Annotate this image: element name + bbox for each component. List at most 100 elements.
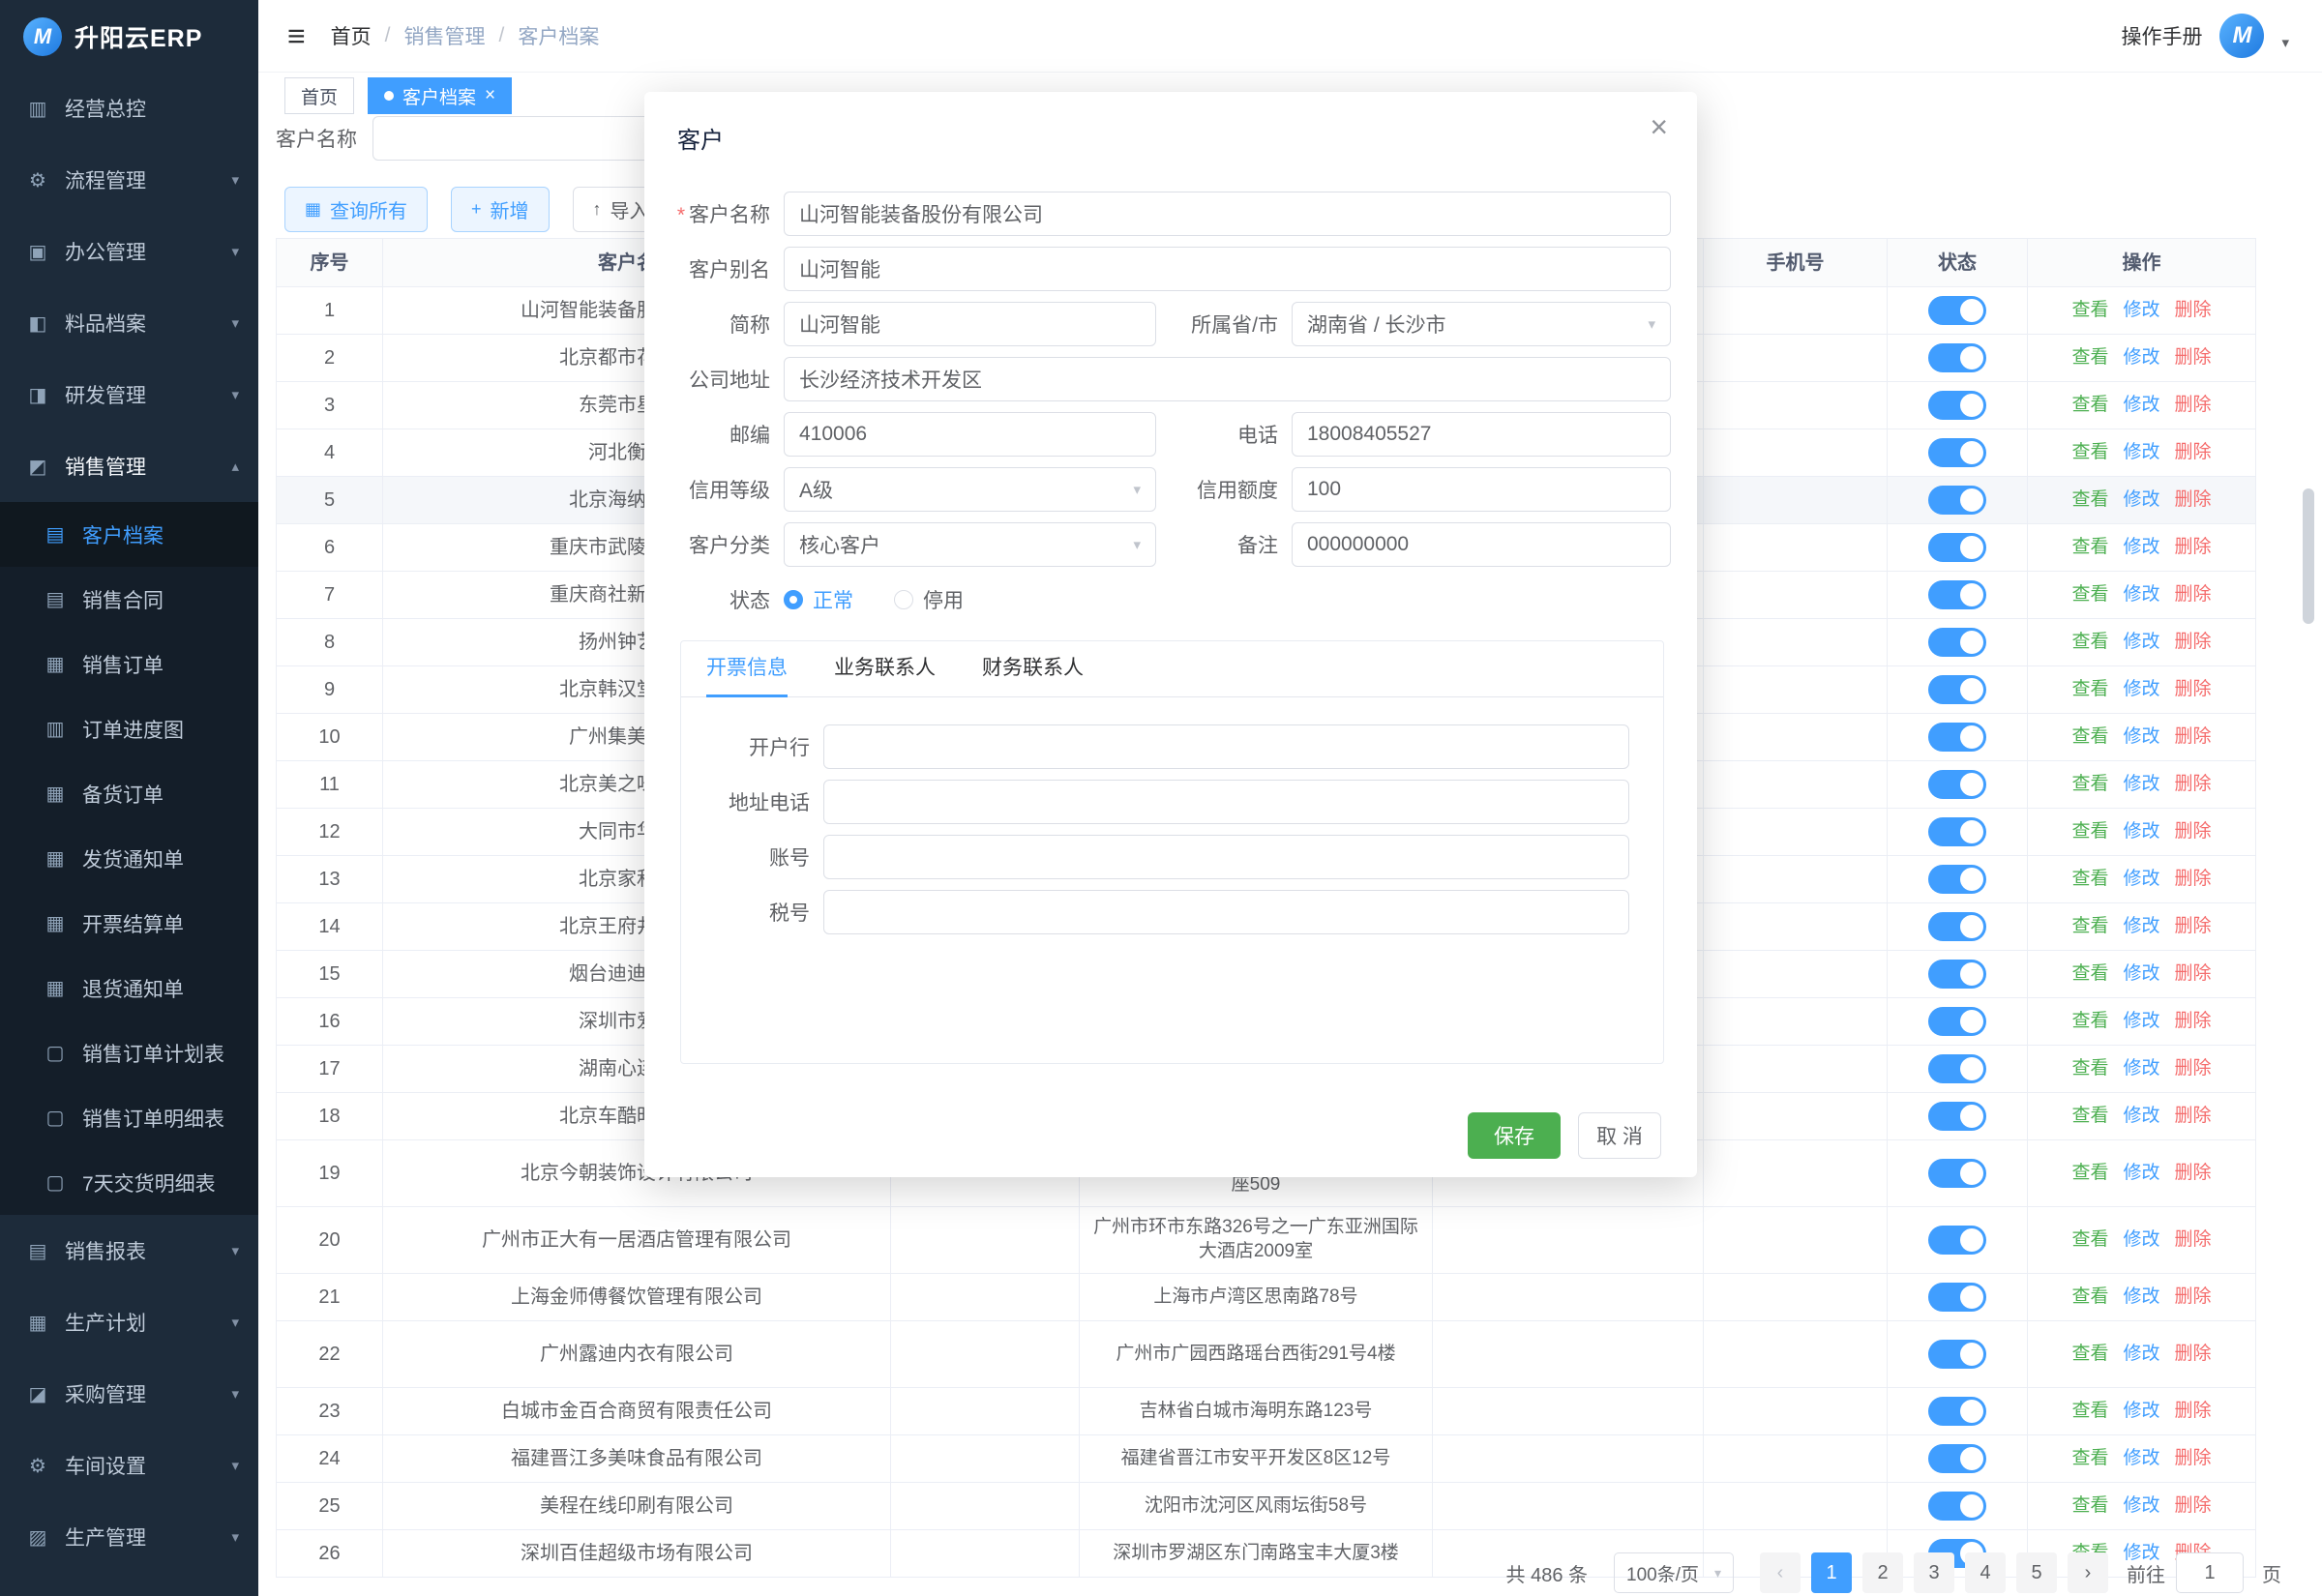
view-link[interactable]: 查看: [2071, 678, 2108, 702]
sidebar-item-order-detail-table[interactable]: ▢销售订单明细表: [0, 1085, 258, 1150]
dialog-tab-invoice-info[interactable]: 开票信息: [706, 652, 788, 696]
edit-link[interactable]: 修改: [2123, 1105, 2159, 1129]
status-toggle[interactable]: [1928, 1102, 1986, 1131]
page-button-3[interactable]: 3: [1914, 1552, 1954, 1593]
sidebar-item-production-plan[interactable]: ▦生产计划▾: [0, 1286, 258, 1358]
delete-link[interactable]: 删除: [2175, 773, 2212, 797]
view-link[interactable]: 查看: [2071, 915, 2108, 939]
sidebar-item-sales-report[interactable]: ▤销售报表▾: [0, 1215, 258, 1286]
edit-link[interactable]: 修改: [2123, 725, 2159, 750]
status-toggle[interactable]: [1928, 296, 1986, 325]
short-name-input[interactable]: [784, 302, 1156, 346]
view-link[interactable]: 查看: [2071, 725, 2108, 750]
add-button[interactable]: +新增: [451, 187, 550, 232]
breadcrumb-item[interactable]: 首页: [331, 21, 372, 50]
company-address-input[interactable]: [784, 357, 1671, 401]
page-button-4[interactable]: 4: [1965, 1552, 2006, 1593]
customer-name-input[interactable]: [784, 192, 1671, 236]
delete-link[interactable]: 删除: [2175, 725, 2212, 750]
avatar[interactable]: M: [2219, 14, 2264, 58]
delete-link[interactable]: 删除: [2175, 536, 2212, 560]
goto-page-input[interactable]: [2176, 1552, 2244, 1593]
edit-link[interactable]: 修改: [2123, 1400, 2159, 1424]
view-link[interactable]: 查看: [2071, 299, 2108, 323]
cancel-button[interactable]: 取 消: [1578, 1112, 1661, 1159]
close-tab-icon[interactable]: ×: [485, 85, 495, 106]
sidebar-item-rnd-mgmt[interactable]: ◨研发管理▾: [0, 359, 258, 430]
help-manual-link[interactable]: 操作手册: [2121, 21, 2202, 50]
delete-link[interactable]: 删除: [2175, 583, 2212, 607]
close-icon[interactable]: ×: [1650, 111, 1668, 142]
edit-link[interactable]: 修改: [2123, 346, 2159, 370]
sidebar-item-invoice-settlement[interactable]: ▦开票结算单: [0, 891, 258, 956]
sidebar-item-office-mgmt[interactable]: ▣办公管理▾: [0, 216, 258, 287]
status-toggle[interactable]: [1928, 1444, 1986, 1473]
delete-link[interactable]: 删除: [2175, 678, 2212, 702]
province-select[interactable]: 湖南省 / 长沙市 ▾: [1292, 302, 1671, 346]
status-toggle[interactable]: [1928, 486, 1986, 515]
remark-input[interactable]: [1292, 522, 1671, 567]
breadcrumb-item[interactable]: 销售管理: [404, 21, 486, 50]
status-toggle[interactable]: [1928, 628, 1986, 657]
view-link[interactable]: 查看: [2071, 488, 2108, 513]
view-link[interactable]: 查看: [2071, 1494, 2108, 1519]
sidebar-item-process-mgmt[interactable]: ⚙流程管理▾: [0, 144, 258, 216]
edit-link[interactable]: 修改: [2123, 299, 2159, 323]
page-button-2[interactable]: 2: [1862, 1552, 1903, 1593]
sidebar-item-stock-order[interactable]: ▦备货订单: [0, 761, 258, 826]
edit-link[interactable]: 修改: [2123, 394, 2159, 418]
view-link[interactable]: 查看: [2071, 1162, 2108, 1186]
delete-link[interactable]: 删除: [2175, 1400, 2212, 1424]
delete-link[interactable]: 删除: [2175, 1010, 2212, 1034]
delete-link[interactable]: 删除: [2175, 1228, 2212, 1253]
sidebar-item-seven-day-delivery[interactable]: ▢7天交货明细表: [0, 1150, 258, 1215]
view-link[interactable]: 查看: [2071, 820, 2108, 844]
tab-home[interactable]: 首页: [284, 77, 354, 114]
delete-link[interactable]: 删除: [2175, 1343, 2212, 1367]
status-toggle[interactable]: [1928, 1226, 1986, 1255]
edit-link[interactable]: 修改: [2123, 1010, 2159, 1034]
menu-toggle-icon[interactable]: ≡: [287, 20, 306, 51]
edit-link[interactable]: 修改: [2123, 441, 2159, 465]
view-link[interactable]: 查看: [2071, 1057, 2108, 1081]
view-link[interactable]: 查看: [2071, 394, 2108, 418]
delete-link[interactable]: 删除: [2175, 820, 2212, 844]
page-button-1[interactable]: 1: [1811, 1552, 1852, 1593]
status-toggle[interactable]: [1928, 343, 1986, 372]
status-toggle[interactable]: [1928, 1340, 1986, 1369]
delete-link[interactable]: 删除: [2175, 488, 2212, 513]
delete-link[interactable]: 删除: [2175, 346, 2212, 370]
sidebar-item-return-note[interactable]: ▦退货通知单: [0, 956, 258, 1020]
phone-input[interactable]: [1292, 412, 1671, 457]
status-toggle[interactable]: [1928, 1492, 1986, 1521]
edit-link[interactable]: 修改: [2123, 773, 2159, 797]
view-link[interactable]: 查看: [2071, 536, 2108, 560]
status-toggle[interactable]: [1928, 770, 1986, 799]
status-toggle[interactable]: [1928, 723, 1986, 752]
status-toggle[interactable]: [1928, 912, 1986, 941]
sidebar-item-sales-order[interactable]: ▦销售订单: [0, 632, 258, 696]
dialog-tab-business-contact[interactable]: 业务联系人: [834, 652, 936, 696]
delete-link[interactable]: 删除: [2175, 962, 2212, 987]
view-link[interactable]: 查看: [2071, 773, 2108, 797]
status-toggle[interactable]: [1928, 1054, 1986, 1083]
status-toggle[interactable]: [1928, 865, 1986, 894]
delete-link[interactable]: 删除: [2175, 631, 2212, 655]
edit-link[interactable]: 修改: [2123, 1286, 2159, 1310]
edit-link[interactable]: 修改: [2123, 1343, 2159, 1367]
delete-link[interactable]: 删除: [2175, 1057, 2212, 1081]
view-link[interactable]: 查看: [2071, 868, 2108, 892]
credit-limit-input[interactable]: [1292, 467, 1671, 512]
page-button-5[interactable]: 5: [2016, 1552, 2057, 1593]
edit-link[interactable]: 修改: [2123, 962, 2159, 987]
view-link[interactable]: 查看: [2071, 1343, 2108, 1367]
edit-link[interactable]: 修改: [2123, 868, 2159, 892]
save-button[interactable]: 保存: [1468, 1112, 1561, 1159]
delete-link[interactable]: 删除: [2175, 1494, 2212, 1519]
edit-link[interactable]: 修改: [2123, 1494, 2159, 1519]
status-radio-normal[interactable]: 正常: [784, 585, 853, 614]
status-toggle[interactable]: [1928, 533, 1986, 562]
dialog-tab-finance-contact[interactable]: 财务联系人: [982, 652, 1084, 696]
view-link[interactable]: 查看: [2071, 1010, 2108, 1034]
delete-link[interactable]: 删除: [2175, 1105, 2212, 1129]
